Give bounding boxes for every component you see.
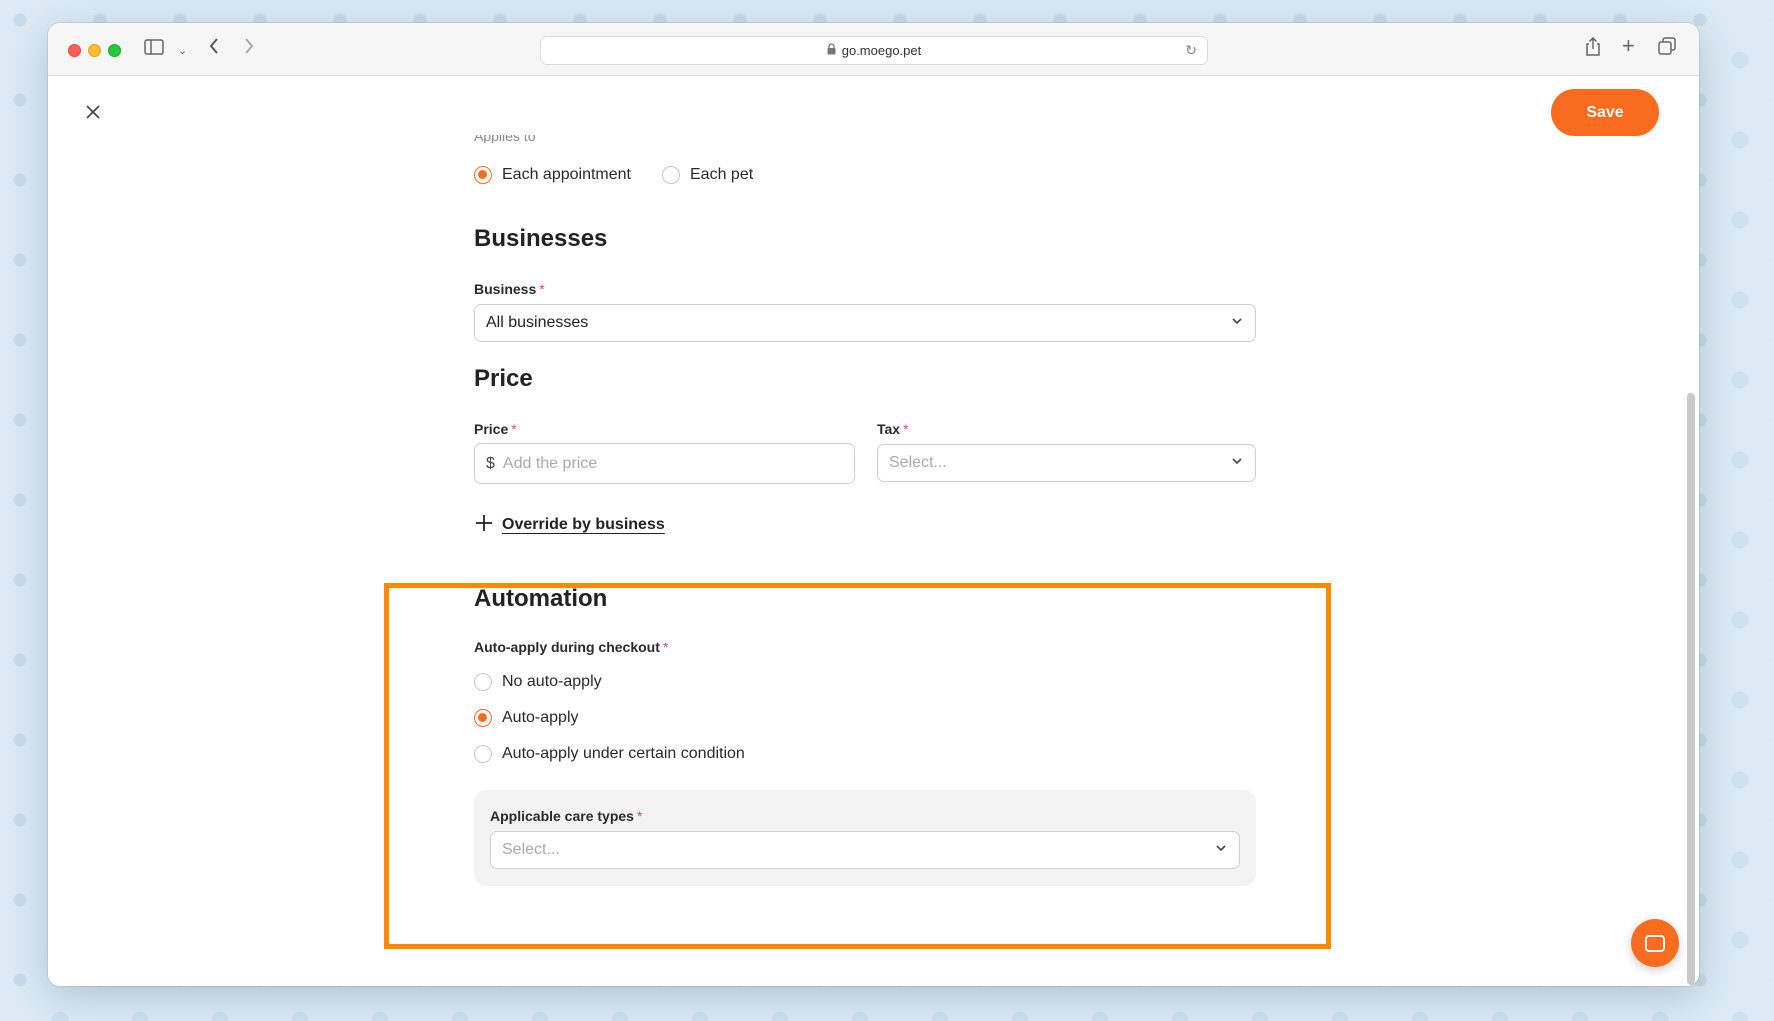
save-button[interactable]: Save: [1551, 89, 1659, 136]
tax-field-label: Tax *: [877, 421, 909, 437]
radio-indicator[interactable]: [474, 166, 492, 184]
tax-placeholder: Select...: [889, 454, 947, 471]
radio-each-pet[interactable]: Each pet: [662, 166, 753, 184]
clipped-label: Applies to: [474, 135, 536, 143]
override-by-business-link[interactable]: Override by business: [474, 513, 665, 536]
share-icon[interactable]: [1585, 36, 1601, 63]
dollar-prefix: $: [486, 454, 495, 472]
automation-highlight-box: [384, 583, 1331, 949]
close-window-button[interactable]: [68, 44, 81, 57]
tabs-overview-icon[interactable]: [1658, 37, 1676, 61]
lock-icon: [827, 43, 836, 58]
tax-select[interactable]: Select...: [877, 444, 1256, 482]
required-mark: *: [903, 421, 909, 437]
business-select-value: All businesses: [486, 314, 589, 331]
page-content: Save Applies to Each appointment Each pe…: [48, 77, 1699, 986]
price-label-text: Price: [474, 421, 509, 437]
tax-label-text: Tax: [877, 421, 901, 437]
forward-icon[interactable]: [243, 37, 255, 61]
new-tab-icon[interactable]: +: [1622, 34, 1635, 58]
chevron-down-icon: [1231, 454, 1243, 470]
address-bar[interactable]: go.moego.pet ↻: [540, 36, 1208, 65]
business-label-text: Business: [474, 281, 537, 297]
price-placeholder: Add the price: [502, 454, 598, 472]
price-input[interactable]: $ Add the price: [474, 443, 855, 484]
radio-label: Each appointment: [502, 166, 631, 183]
radio-each-appointment[interactable]: Each appointment: [474, 166, 631, 184]
scrollbar[interactable]: [1687, 393, 1695, 985]
businesses-heading: Businesses: [474, 225, 608, 252]
close-icon[interactable]: [86, 99, 100, 125]
chevron-down-icon[interactable]: ⌄: [178, 39, 187, 63]
business-field-label: Business *: [474, 281, 545, 297]
price-field-label: Price *: [474, 421, 517, 437]
price-heading: Price: [474, 365, 533, 392]
chat-icon: [1645, 934, 1665, 952]
radio-indicator[interactable]: [662, 166, 680, 184]
browser-window: ⌄ go.moego.pet ↻ + Save Applies to Each …: [48, 23, 1699, 986]
plus-icon: [474, 513, 494, 536]
reload-icon[interactable]: ↻: [1185, 42, 1197, 59]
radio-label: Each pet: [690, 166, 754, 183]
minimize-window-button[interactable]: [88, 44, 101, 57]
url-text: go.moego.pet: [841, 43, 922, 58]
chat-support-button[interactable]: [1631, 919, 1679, 967]
required-mark: *: [539, 281, 545, 297]
override-link-text[interactable]: Override by business: [502, 516, 665, 534]
chevron-down-icon: [1231, 314, 1243, 330]
maximize-window-button[interactable]: [108, 44, 121, 57]
back-icon[interactable]: [208, 37, 220, 61]
browser-toolbar: ⌄ go.moego.pet ↻ +: [48, 23, 1699, 76]
required-mark: *: [511, 421, 517, 437]
sidebar-icon[interactable]: [144, 37, 164, 61]
business-select[interactable]: All businesses: [474, 304, 1256, 342]
